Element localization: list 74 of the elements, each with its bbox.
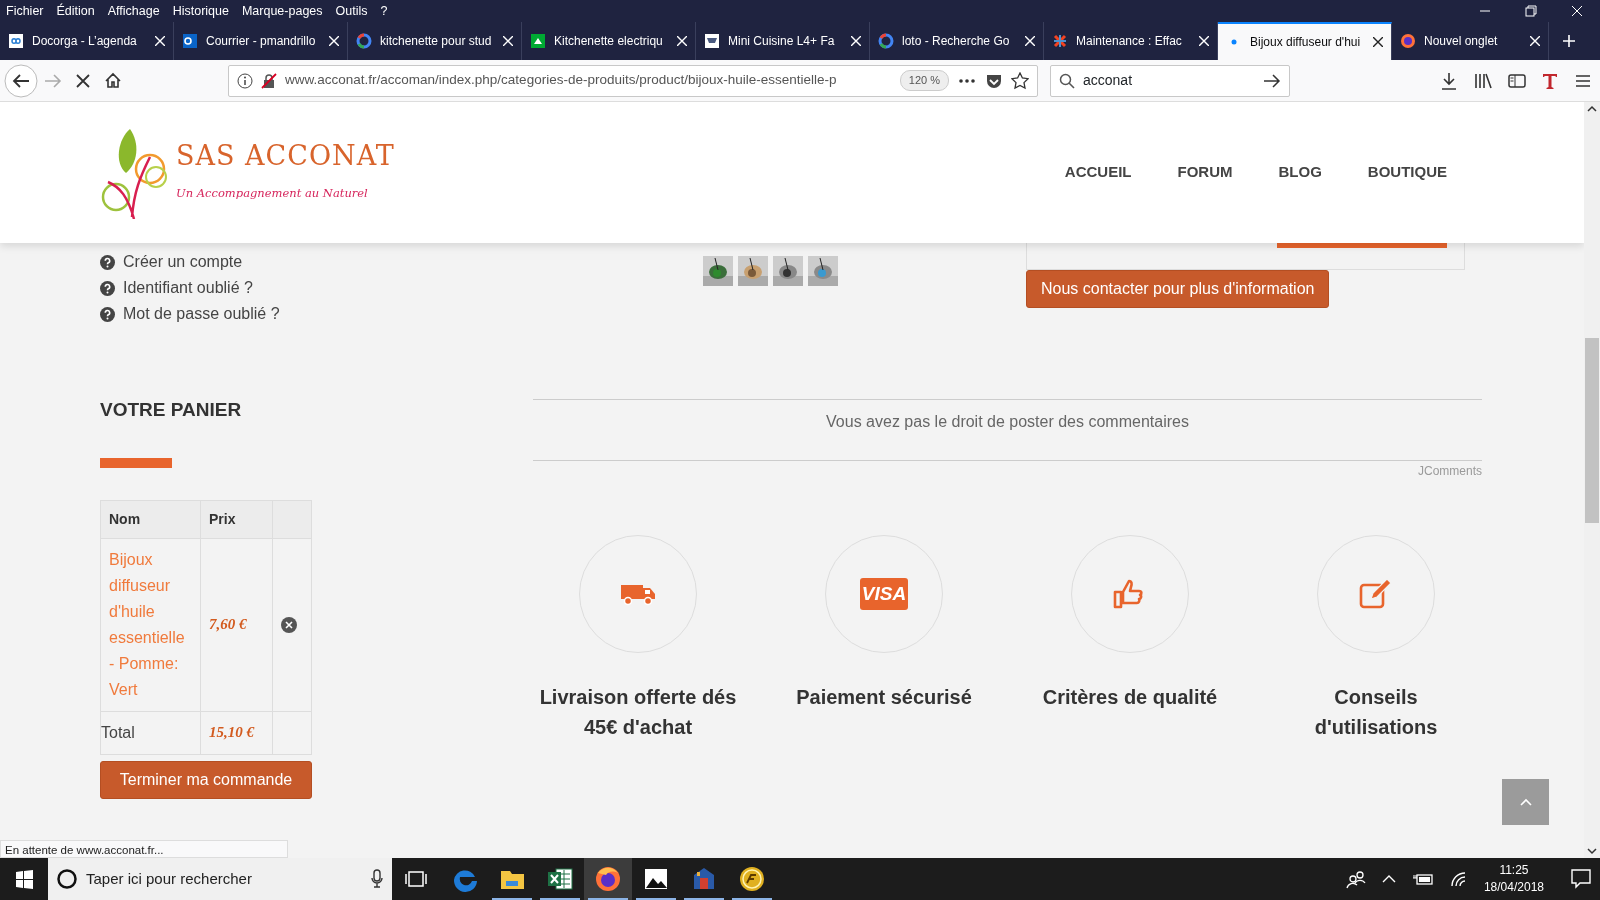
menu-item[interactable]: Outils (335, 0, 368, 22)
menu-item[interactable]: Historique (172, 0, 229, 22)
sidebar-icon[interactable] (1508, 71, 1526, 90)
help-icon (100, 254, 115, 270)
scroll-thumb[interactable] (1585, 338, 1599, 523)
help-icon (100, 280, 115, 296)
nav-link[interactable]: ACCUEIL (1064, 161, 1132, 184)
total-label: Total (101, 723, 135, 741)
clock-date: 18/04/2018 (1483, 879, 1544, 896)
menu-item[interactable]: Édition (56, 0, 95, 22)
favicon-icon (530, 33, 546, 49)
extension-icon[interactable] (1542, 71, 1558, 90)
feature-title: Paiement sécurisé (795, 685, 973, 710)
url-field[interactable]: www.acconat.fr/accoman/index.php/categories-de-produits/product/bijoux-huile-essentielle-p 120 % (228, 64, 1038, 97)
caret-up-icon (1519, 798, 1532, 806)
browser-tab[interactable]: Bijoux diffuseur d'hui (1218, 22, 1392, 60)
chevron-up-icon[interactable] (1381, 874, 1396, 884)
favicon-icon (704, 33, 720, 49)
menu-item[interactable]: ? (380, 0, 388, 22)
battery-icon[interactable] (1411, 872, 1434, 886)
feature-title: Livraison offerte dés 45€ d'achat (538, 685, 738, 740)
account-link[interactable]: Créer un compte (123, 249, 243, 275)
search-icon (1059, 72, 1075, 89)
insecure-lock-icon (261, 72, 277, 89)
microphone-icon (370, 869, 384, 889)
heading-underline (100, 457, 172, 468)
zoom-level[interactable]: 120 % (899, 70, 949, 91)
favicon-icon (182, 33, 198, 49)
contact-button[interactable]: Nous contacter pour plus d'information (1026, 270, 1330, 308)
menu-item[interactable]: Marque-pages (241, 0, 323, 22)
scrollbar[interactable] (1584, 102, 1600, 858)
wifi-icon[interactable] (1449, 871, 1468, 887)
feature-title: Conseils d'utilisations (1313, 685, 1439, 740)
favicon-icon (1400, 33, 1416, 49)
account-link[interactable]: Mot de passe oublié ? (123, 301, 280, 327)
search-field[interactable]: acconat (1050, 64, 1290, 97)
taskbar-app-button[interactable] (584, 858, 632, 900)
column-header: Prix (200, 500, 273, 538)
favicon-icon (8, 33, 24, 49)
nav-link[interactable]: FORUM (1177, 161, 1233, 184)
back-button[interactable] (4, 63, 38, 98)
nav-link[interactable]: BLOG (1278, 161, 1322, 184)
cortana-icon (56, 868, 78, 890)
comments-notice: Vous avez pas le droit de poster des commentaires (826, 412, 1189, 432)
menu-item[interactable]: Affichage (107, 0, 160, 22)
download-icon[interactable] (1440, 71, 1458, 90)
people-icon[interactable] (1345, 869, 1366, 889)
help-icon (100, 306, 115, 322)
price-text: 7,60 € (209, 616, 247, 633)
feature-title: Critères de qualité (1041, 685, 1219, 710)
remove-icon[interactable] (281, 616, 298, 633)
status-text: En attente de www.acconat.fr... (0, 840, 288, 858)
column-header: Nom (100, 500, 201, 538)
cart-heading: VOTRE PANIER (100, 398, 243, 422)
card-icon: VISA (860, 578, 908, 610)
star-icon[interactable] (1011, 71, 1029, 90)
total-price: 15,10 € (209, 724, 254, 741)
taskbar-search-field[interactable]: Taper ici pour rechercher (48, 858, 392, 900)
go-arrow-icon[interactable] (1263, 72, 1281, 89)
clock[interactable]: 11:25 18/04/2018 (1483, 862, 1544, 896)
info-icon (237, 72, 253, 89)
favicon-icon (1052, 33, 1068, 49)
logo-tagline: Un Accompagnement au Naturel (176, 185, 369, 203)
library-icon[interactable] (1474, 71, 1492, 90)
favicon-icon (878, 33, 894, 49)
comments-credit: JComments (1417, 463, 1482, 480)
menu-item[interactable]: Fichier (6, 0, 44, 22)
logo-title: SAS ACCONAT (176, 142, 395, 170)
close-icon[interactable] (1373, 37, 1383, 47)
nav-link[interactable]: BOUTIQUE (1367, 161, 1447, 184)
favicon-icon (356, 33, 372, 49)
account-link[interactable]: Identifiant oublié ? (123, 275, 253, 301)
checkout-button[interactable]: Terminer ma commande (100, 760, 312, 799)
clock-time: 11:25 (1499, 862, 1529, 879)
